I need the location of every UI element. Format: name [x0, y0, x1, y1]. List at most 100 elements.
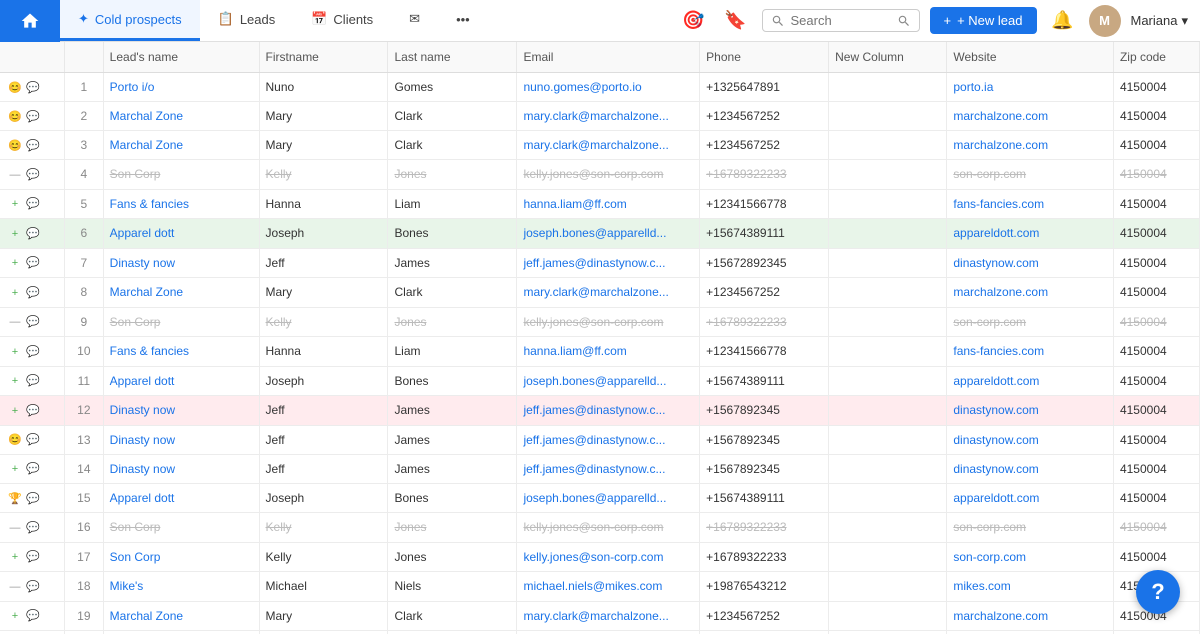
- row-action-icon-2[interactable]: 💬: [24, 489, 42, 507]
- cell-lead[interactable]: Porto i/o: [103, 73, 259, 102]
- row-action-icon-2[interactable]: 💬: [24, 313, 42, 331]
- cell-email[interactable]: mary.clark@marchalzone...: [517, 131, 700, 160]
- cell-email[interactable]: mary.clark@marchalzone...: [517, 601, 700, 631]
- cell-website-link[interactable]: marchalzone.com: [953, 609, 1048, 623]
- row-action-icon-1[interactable]: 🏆: [6, 489, 24, 507]
- row-action-icon-1[interactable]: +: [6, 284, 24, 302]
- row-action-icon-2[interactable]: 💬: [24, 518, 42, 536]
- row-action-icon-1[interactable]: +: [6, 460, 24, 478]
- cell-lead[interactable]: Son Corp: [103, 160, 259, 190]
- cell-website-link[interactable]: appareldott.com: [953, 374, 1039, 388]
- cell-website[interactable]: marchalzone.com: [947, 131, 1114, 160]
- col-header-lead[interactable]: Lead's name: [103, 42, 259, 73]
- cell-website-link[interactable]: appareldott.com: [953, 491, 1039, 505]
- cell-email-link[interactable]: jeff.james@dinastynow.c...: [523, 256, 665, 270]
- notifications-icon-button[interactable]: 🔔: [1047, 5, 1079, 37]
- cell-website[interactable]: dinastynow.com: [947, 425, 1114, 454]
- cell-lead[interactable]: Apparel dott: [103, 366, 259, 396]
- cell-lead[interactable]: Dinasty now: [103, 248, 259, 278]
- cell-lead[interactable]: Dinasty now: [103, 631, 259, 634]
- row-action-icon-2[interactable]: 💬: [24, 460, 42, 478]
- cell-lead-link[interactable]: Marchal Zone: [110, 285, 183, 299]
- row-action-icon-2[interactable]: 💬: [24, 607, 42, 625]
- row-action-icon-2[interactable]: 💬: [24, 224, 42, 242]
- cell-email-link[interactable]: nuno.gomes@porto.io: [523, 80, 641, 94]
- cell-lead-link[interactable]: Dinasty now: [110, 256, 175, 270]
- cell-email[interactable]: joseph.bones@apparelld...: [517, 219, 700, 249]
- cell-website[interactable]: mikes.com: [947, 572, 1114, 602]
- cell-email-link[interactable]: mary.clark@marchalzone...: [523, 285, 668, 299]
- cell-email[interactable]: jeff.james@dinastynow.c...: [517, 631, 700, 634]
- user-name[interactable]: Mariana ▾: [1131, 13, 1189, 29]
- cell-lead[interactable]: Apparel dott: [103, 484, 259, 513]
- cell-website-link[interactable]: fans-fancies.com: [953, 344, 1044, 358]
- cell-website[interactable]: son-corp.com: [947, 513, 1114, 543]
- cell-website[interactable]: fans-fancies.com: [947, 189, 1114, 219]
- cell-website[interactable]: son-corp.com: [947, 307, 1114, 337]
- row-action-icon-1[interactable]: +: [6, 225, 24, 243]
- cell-email[interactable]: jeff.james@dinastynow.c...: [517, 425, 700, 454]
- cell-lead[interactable]: Fans & fancies: [103, 337, 259, 367]
- cell-email-link[interactable]: jeff.james@dinastynow.c...: [523, 433, 665, 447]
- row-action-icon-2[interactable]: 💬: [24, 577, 42, 595]
- cell-email[interactable]: hanna.liam@ff.com: [517, 189, 700, 219]
- cell-email[interactable]: kelly.jones@son-corp.com: [517, 542, 700, 572]
- cell-lead[interactable]: Son Corp: [103, 513, 259, 543]
- cell-email[interactable]: mary.clark@marchalzone...: [517, 102, 700, 131]
- cell-lead-link[interactable]: Marchal Zone: [110, 609, 183, 623]
- cell-email[interactable]: jeff.james@dinastynow.c...: [517, 396, 700, 426]
- row-action-icon-2[interactable]: 💬: [24, 107, 42, 125]
- cell-email-link[interactable]: jeff.james@dinastynow.c...: [523, 462, 665, 476]
- cell-website-link[interactable]: appareldott.com: [953, 226, 1039, 240]
- search-box[interactable]: [762, 9, 920, 32]
- cell-website[interactable]: dinastynow.com: [947, 248, 1114, 278]
- cell-email[interactable]: kelly.jones@son-corp.com: [517, 513, 700, 543]
- cell-website-link[interactable]: marchalzone.com: [953, 285, 1048, 299]
- tab-leads[interactable]: 📋 Leads: [200, 0, 294, 41]
- cell-email[interactable]: kelly.jones@son-corp.com: [517, 307, 700, 337]
- cell-website[interactable]: dinastynow.com: [947, 454, 1114, 484]
- cell-lead[interactable]: Fans & fancies: [103, 189, 259, 219]
- row-action-icon-1[interactable]: +: [6, 254, 24, 272]
- cell-email[interactable]: mary.clark@marchalzone...: [517, 278, 700, 308]
- cell-lead-link[interactable]: Fans & fancies: [110, 344, 189, 358]
- cell-website-link[interactable]: dinastynow.com: [953, 403, 1038, 417]
- cell-email[interactable]: michael.niels@mikes.com: [517, 572, 700, 602]
- cell-email-link[interactable]: kelly.jones@son-corp.com: [523, 550, 663, 564]
- cell-email[interactable]: jeff.james@dinastynow.c...: [517, 454, 700, 484]
- row-action-icon-1[interactable]: +: [6, 607, 24, 625]
- row-action-icon-1[interactable]: —: [6, 166, 24, 184]
- cell-email-link[interactable]: mary.clark@marchalzone...: [523, 109, 668, 123]
- col-header-email[interactable]: Email: [517, 42, 700, 73]
- cell-website-link[interactable]: mikes.com: [953, 579, 1010, 593]
- cell-email-link[interactable]: hanna.liam@ff.com: [523, 197, 626, 211]
- col-header-first[interactable]: Firstname: [259, 42, 388, 73]
- cell-website-link[interactable]: marchalzone.com: [953, 138, 1048, 152]
- cell-email[interactable]: kelly.jones@son-corp.com: [517, 160, 700, 190]
- row-action-icon-1[interactable]: +: [6, 343, 24, 361]
- cell-website[interactable]: dinastynow.com: [947, 631, 1114, 634]
- cell-website-link[interactable]: dinastynow.com: [953, 433, 1038, 447]
- search-input[interactable]: [791, 13, 891, 28]
- row-action-icon-2[interactable]: 💬: [24, 372, 42, 390]
- bookmark-icon-button[interactable]: 🔖: [720, 5, 752, 37]
- row-action-icon-1[interactable]: 😊: [6, 78, 24, 96]
- row-action-icon-2[interactable]: 💬: [24, 548, 42, 566]
- row-action-icon-1[interactable]: +: [6, 195, 24, 213]
- cell-website[interactable]: marchalzone.com: [947, 601, 1114, 631]
- row-action-icon-1[interactable]: 😊: [6, 136, 24, 154]
- row-action-icon-2[interactable]: 💬: [24, 165, 42, 183]
- row-action-icon-2[interactable]: 💬: [24, 136, 42, 154]
- cell-website[interactable]: son-corp.com: [947, 542, 1114, 572]
- cell-lead[interactable]: Dinasty now: [103, 454, 259, 484]
- cell-website[interactable]: appareldott.com: [947, 219, 1114, 249]
- cell-email[interactable]: joseph.bones@apparelld...: [517, 484, 700, 513]
- row-action-icon-1[interactable]: 😊: [6, 431, 24, 449]
- cell-website[interactable]: appareldott.com: [947, 366, 1114, 396]
- row-action-icon-1[interactable]: +: [6, 372, 24, 390]
- row-action-icon-2[interactable]: 💬: [24, 283, 42, 301]
- cell-email-link[interactable]: michael.niels@mikes.com: [523, 579, 662, 593]
- cell-lead-link[interactable]: Apparel dott: [110, 491, 175, 505]
- cell-lead-link[interactable]: Dinasty now: [110, 433, 175, 447]
- cell-lead-link[interactable]: Son Corp: [110, 550, 161, 564]
